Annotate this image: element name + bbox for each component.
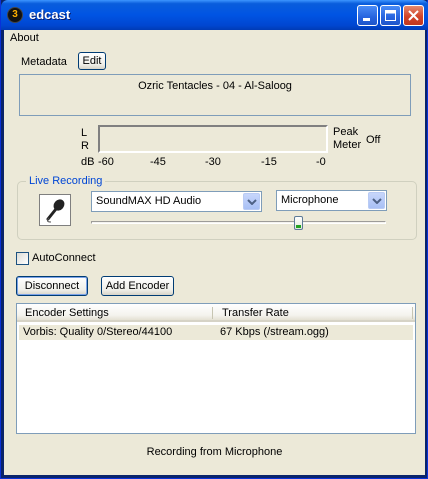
transfer-rate-cell: 67 Kbps (/stream.ogg)	[220, 326, 329, 338]
peak-meter-state[interactable]: Off	[366, 134, 380, 146]
encoder-list[interactable]: Encoder Settings Transfer Rate Vorbis: Q…	[16, 303, 416, 434]
vu-meter	[98, 125, 328, 153]
dropdown-arrow-icon[interactable]	[368, 192, 385, 209]
close-icon	[408, 10, 419, 21]
add-encoder-button[interactable]: Add Encoder	[101, 276, 174, 296]
autoconnect-checkbox[interactable]	[16, 252, 29, 265]
disconnect-button[interactable]: Disconnect	[16, 276, 88, 296]
meter-tick: -45	[150, 156, 166, 168]
table-row[interactable]: Vorbis: Quality 0/Stereo/44100 67 Kbps (…	[19, 325, 413, 340]
menu-bar: About	[4, 30, 425, 48]
audio-input-value: Microphone	[281, 194, 339, 206]
meter-tick: -15	[261, 156, 277, 168]
close-button[interactable]	[403, 5, 424, 26]
now-playing-text: Ozric Tentacles - 04 - Al-Saloog	[138, 80, 292, 92]
column-encoder-settings[interactable]: Encoder Settings	[25, 307, 109, 319]
status-text: Recording from Microphone	[146, 446, 283, 458]
meter-channel-right: R	[81, 140, 89, 152]
client-area: About Metadata Edit Ozric Tentacles - 04…	[4, 30, 425, 475]
metadata-label: Metadata	[21, 56, 67, 68]
meter-tick: -30	[205, 156, 221, 168]
edit-metadata-button[interactable]: Edit	[78, 52, 106, 70]
live-recording-title: Live Recording	[26, 175, 106, 187]
edcast-app-icon[interactable]: 3	[7, 7, 23, 23]
peak-meter-label-1: Peak	[333, 126, 359, 138]
autoconnect-label[interactable]: AutoConnect	[32, 252, 96, 264]
column-transfer-rate[interactable]: Transfer Rate	[222, 307, 289, 319]
microphone-button[interactable]	[39, 194, 71, 226]
column-divider[interactable]	[412, 307, 413, 319]
window-title: edcast	[29, 7, 71, 22]
maximize-button[interactable]	[380, 5, 401, 26]
meter-tick: -0	[316, 156, 326, 168]
meter-tick: -60	[98, 156, 114, 168]
maximize-icon	[385, 10, 396, 21]
volume-slider-thumb[interactable]	[294, 216, 303, 230]
title-bar[interactable]: 3 edcast	[1, 0, 428, 30]
encoder-list-header: Encoder Settings Transfer Rate	[17, 304, 415, 322]
audio-device-value: SoundMAX HD Audio	[96, 195, 202, 207]
column-divider[interactable]	[212, 307, 213, 319]
audio-device-select[interactable]: SoundMAX HD Audio	[91, 191, 262, 212]
peak-meter-label-2: Meter	[333, 139, 362, 151]
edcast-window: 3 edcast About Metadata Edit Ozric Tenta…	[0, 0, 428, 479]
microphone-icon	[46, 199, 65, 223]
now-playing-box: Ozric Tentacles - 04 - Al-Saloog	[19, 74, 411, 116]
minimize-button[interactable]	[357, 5, 378, 26]
minimize-icon	[363, 18, 370, 21]
db-label: dB	[81, 156, 95, 168]
encoder-settings-cell: Vorbis: Quality 0/Stereo/44100	[23, 326, 173, 338]
meter-channel-left: L	[81, 127, 88, 139]
volume-slider-track[interactable]	[91, 221, 386, 224]
menu-about[interactable]: About	[10, 32, 39, 44]
audio-input-select[interactable]: Microphone	[276, 190, 387, 211]
dropdown-arrow-icon[interactable]	[243, 193, 260, 210]
